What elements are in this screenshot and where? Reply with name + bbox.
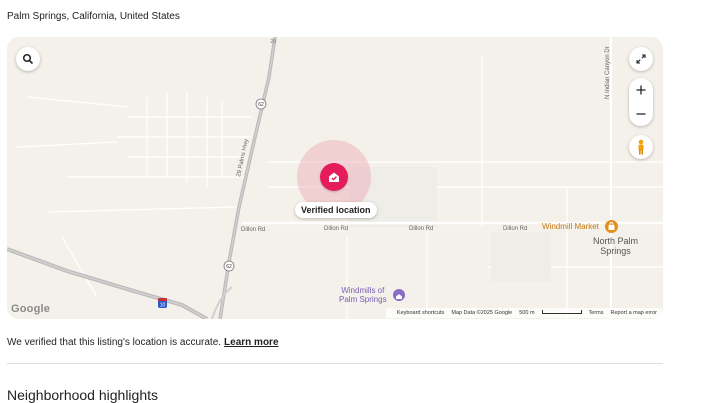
street-view-button[interactable] [629, 135, 653, 159]
dillon-rd-label-mid2: Dillon Rd [409, 226, 434, 232]
location-title: Palm Springs, California, United States [7, 11, 180, 22]
map-search-button[interactable] [16, 47, 40, 71]
verification-note: We verified that this listing's location… [7, 337, 279, 348]
terms-link[interactable]: Terms [589, 310, 604, 316]
dillon-rd-label-mid1: Dillon Rd [324, 226, 349, 232]
learn-more-link[interactable]: Learn more [224, 337, 278, 348]
shopping-bag-icon[interactable] [605, 220, 618, 233]
verified-home-icon [329, 172, 339, 182]
windmills-label[interactable]: Windmills of Palm Springs [339, 286, 387, 304]
north-palm-springs-label: North Palm Springs [593, 236, 638, 256]
dillon-rd-label-east: Dillon Rd [503, 226, 528, 232]
google-logo: Google [11, 303, 51, 315]
scale-text[interactable]: 500 m [519, 310, 582, 316]
expand-icon [636, 54, 646, 64]
zoom-out-button[interactable] [629, 102, 653, 126]
scale-bar [541, 310, 582, 314]
location-pin[interactable] [320, 163, 348, 191]
report-error-link[interactable]: Report a map error [611, 310, 657, 316]
north-palm-springs-line2: Springs [600, 246, 631, 256]
route-29-text: 29 [270, 39, 276, 45]
route-62-bottom-text: 62 [226, 264, 232, 270]
dillon-rd-label-west: Dillon Rd [241, 227, 266, 233]
zoom-controls [629, 78, 653, 126]
interstate-10-text: 10 [160, 303, 166, 309]
plus-icon [636, 85, 646, 95]
route-62-top-text: 62 [258, 102, 264, 108]
indian-canyon-label: N Indian Canyon Dr [605, 46, 611, 99]
windmills-line1: Windmills of [341, 286, 385, 295]
minus-icon [636, 113, 646, 115]
search-icon [22, 53, 34, 65]
zoom-in-button[interactable] [629, 78, 653, 102]
verified-location-label: Verified location [295, 202, 377, 218]
windmill-market-label[interactable]: Windmill Market [542, 222, 599, 231]
windmills-line2: Palm Springs [339, 295, 387, 304]
neighborhood-highlights-title: Neighborhood highlights [7, 387, 158, 403]
map-data-text: Map Data ©2025 Google [451, 310, 513, 316]
north-palm-springs-line1: North Palm [593, 236, 639, 246]
verification-text: We verified that this listing's location… [7, 337, 222, 348]
landmark-icon[interactable] [393, 289, 405, 301]
fullscreen-button[interactable] [629, 47, 653, 71]
keyboard-shortcuts-link[interactable]: Keyboard shortcuts [397, 310, 444, 316]
pegman-icon [638, 139, 644, 155]
map[interactable]: 62 62 10 29 29 Palms Hwy N Indian Canyon… [7, 37, 663, 319]
map-attribution: Keyboard shortcuts Map Data ©2025 Google… [385, 308, 661, 318]
section-divider [7, 363, 663, 364]
